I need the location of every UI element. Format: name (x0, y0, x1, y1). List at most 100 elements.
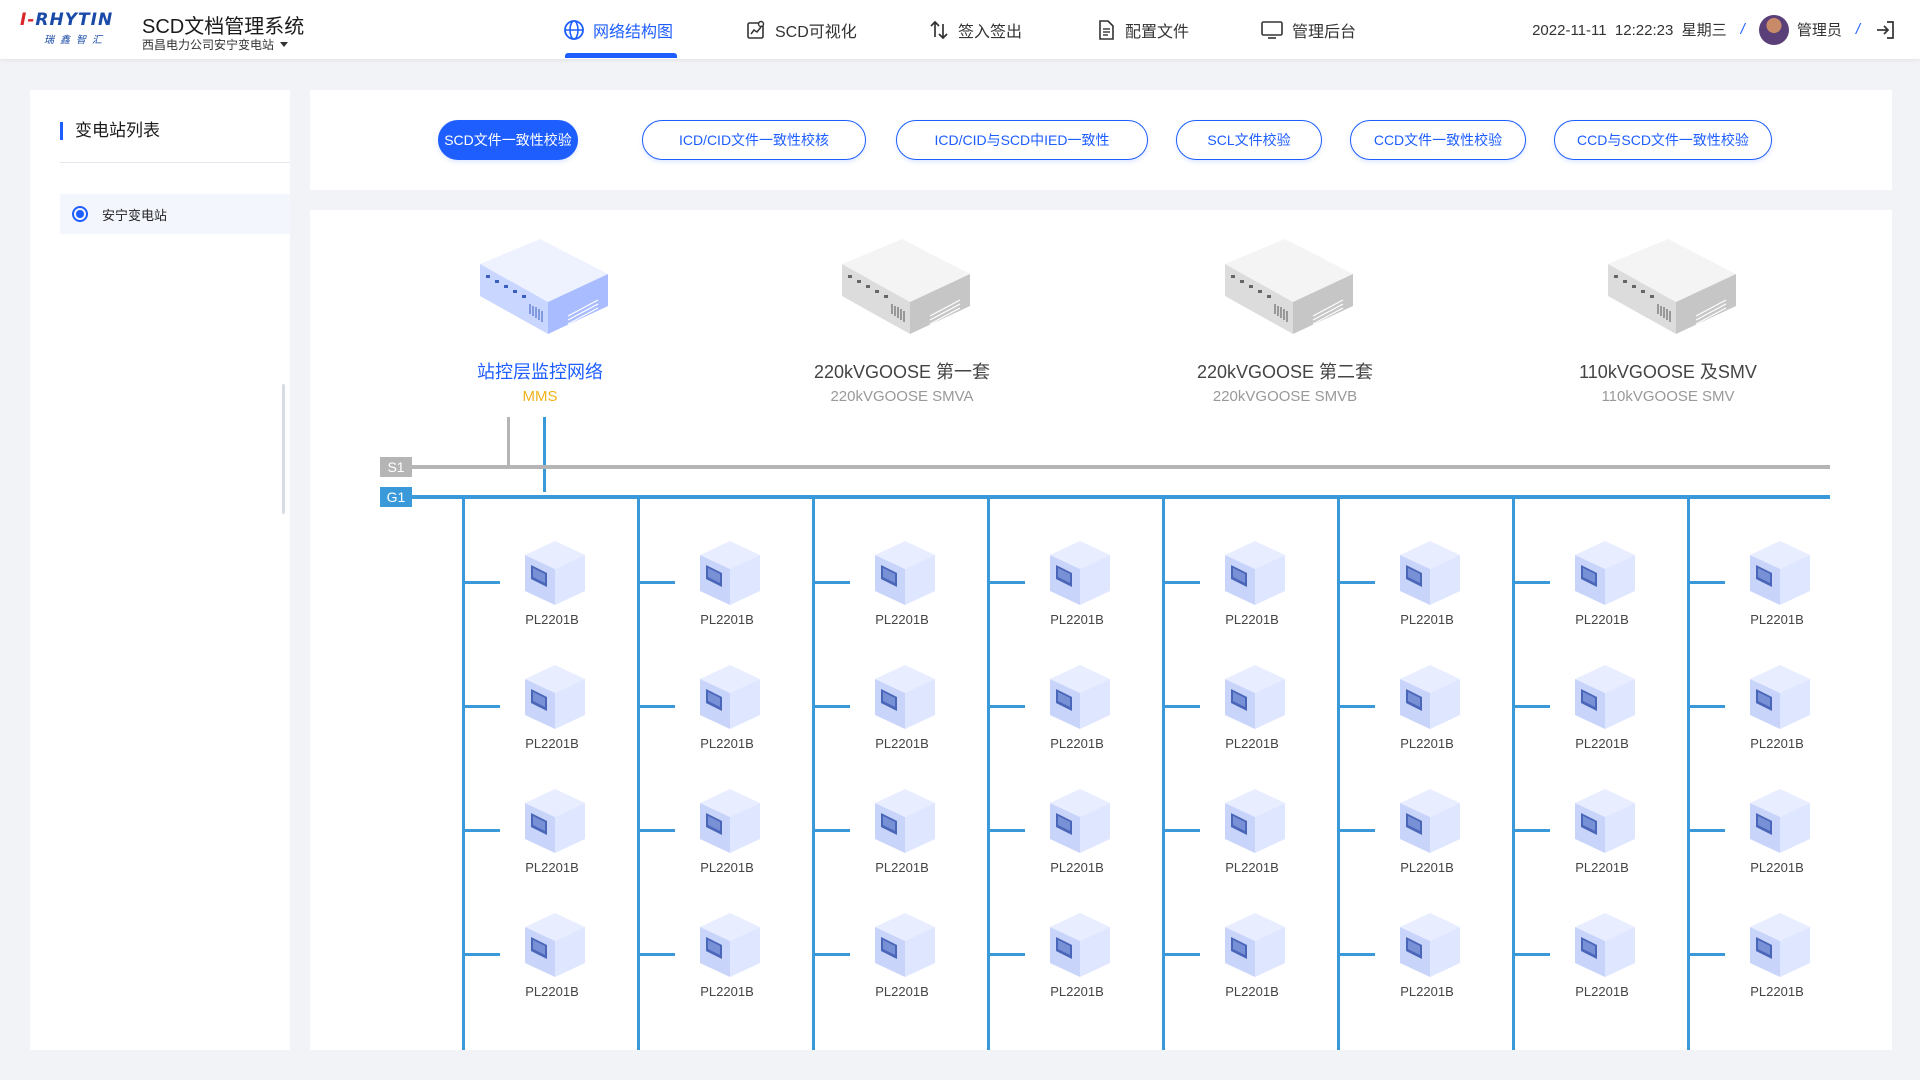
feeder-line (462, 497, 465, 1050)
device-icon (682, 541, 772, 613)
ied-device[interactable]: PL2201B (667, 781, 787, 875)
ied-device[interactable]: PL2201B (1017, 905, 1137, 999)
bus-line-s1 (412, 465, 1830, 469)
brand-logo[interactable]: I-RHYTIN 瑞鑫智汇 (20, 10, 135, 46)
device-label: PL2201B (875, 984, 929, 999)
station-item-anning[interactable]: 安宁变电站 (60, 194, 290, 234)
nav-active-indicator (565, 53, 677, 58)
ied-device[interactable]: PL2201B (842, 781, 962, 875)
nav-label: 签入签出 (958, 23, 1023, 41)
device-icon (1732, 665, 1822, 737)
organization-selector[interactable]: 西昌电力公司安宁变电站 (142, 36, 289, 53)
nav-config-files[interactable]: 配置文件 (1095, 0, 1189, 59)
scl-validation-button[interactable]: SCL文件校验 (1176, 120, 1322, 160)
nav-scd-visualization[interactable]: SCD可视化 (745, 0, 857, 59)
ied-device[interactable]: PL2201B (1017, 781, 1137, 875)
ied-device[interactable]: PL2201B (492, 781, 612, 875)
nav-network-structure[interactable]: 网络结构图 (563, 0, 673, 59)
scrollbar[interactable] (282, 384, 285, 514)
mms-link-s1 (507, 417, 510, 467)
network-220kv-goose-a[interactable]: 220kVGOOSE 第一套 220kVGOOSE SMVA (772, 234, 1032, 405)
device-label: PL2201B (700, 612, 754, 627)
network-subtitle: 110kVGOOSE SMV (1601, 388, 1735, 405)
device-icon (1207, 541, 1297, 613)
device-icon (1032, 913, 1122, 985)
device-label: PL2201B (1400, 984, 1454, 999)
network-110kv-goose-smv[interactable]: 110kVGOOSE 及SMV 110kVGOOSE SMV (1538, 234, 1798, 405)
radio-selected-icon[interactable] (72, 206, 88, 222)
feeder-line (812, 497, 815, 1050)
ied-device[interactable]: PL2201B (1542, 533, 1662, 627)
ied-device[interactable]: PL2201B (1367, 905, 1487, 999)
ied-device[interactable]: PL2201B (1017, 657, 1137, 751)
ccd-scd-consistency-button[interactable]: CCD与SCD文件一致性校验 (1554, 120, 1772, 160)
device-icon (857, 789, 947, 861)
logo-text: I-RHYTIN (20, 10, 114, 30)
ied-device[interactable]: PL2201B (1367, 781, 1487, 875)
ied-device[interactable]: PL2201B (1717, 781, 1837, 875)
network-mms[interactable]: 站控层监控网络 MMS (410, 234, 670, 405)
nav-check-in-out[interactable]: 签入签出 (928, 0, 1022, 59)
ied-device[interactable]: PL2201B (492, 657, 612, 751)
device-label: PL2201B (1575, 984, 1629, 999)
device-icon (682, 913, 772, 985)
ied-device[interactable]: PL2201B (667, 533, 787, 627)
network-220kv-goose-b[interactable]: 220kVGOOSE 第二套 220kVGOOSE SMVB (1155, 234, 1415, 405)
device-icon (682, 789, 772, 861)
ied-device[interactable]: PL2201B (492, 533, 612, 627)
panel-title: 变电站列表 (60, 122, 160, 140)
ied-device[interactable]: PL2201B (1717, 905, 1837, 999)
ied-device[interactable]: PL2201B (492, 905, 612, 999)
switch-icon (842, 239, 970, 334)
network-diagram: 站控层监控网络 MMS 220kVGOOSE 第一套 220kVGOOSE SM… (310, 210, 1892, 1050)
user-name[interactable]: 管理员 (1797, 19, 1842, 40)
device-label: PL2201B (1225, 612, 1279, 627)
device-label: PL2201B (700, 860, 754, 875)
ied-device[interactable]: PL2201B (1192, 781, 1312, 875)
ied-device[interactable]: PL2201B (842, 905, 962, 999)
logout-icon[interactable] (1874, 19, 1896, 41)
icd-cid-scd-ied-button[interactable]: ICD/CID与SCD中IED一致性 (896, 120, 1148, 160)
station-label: 安宁变电站 (102, 207, 168, 223)
ied-device[interactable]: PL2201B (1717, 533, 1837, 627)
device-icon (1207, 665, 1297, 737)
avatar[interactable] (1758, 14, 1789, 45)
device-label: PL2201B (1575, 860, 1629, 875)
app-title: SCD文档管理系统 (142, 16, 305, 38)
icd-cid-consistency-button[interactable]: ICD/CID文件一致性校核 (642, 120, 866, 160)
device-icon (1382, 541, 1472, 613)
ied-device[interactable]: PL2201B (667, 905, 787, 999)
device-icon (1732, 913, 1822, 985)
ccd-consistency-button[interactable]: CCD文件一致性校验 (1350, 120, 1526, 160)
device-icon (857, 665, 947, 737)
scd-consistency-button[interactable]: SCD文件一致性校验 (438, 120, 578, 160)
ied-device[interactable]: PL2201B (842, 533, 962, 627)
device-label: PL2201B (1575, 612, 1629, 627)
caret-down-icon (280, 42, 289, 47)
ied-device[interactable]: PL2201B (1192, 905, 1312, 999)
ied-device[interactable]: PL2201B (667, 657, 787, 751)
network-title: 220kVGOOSE 第二套 (1196, 362, 1374, 382)
ied-device[interactable]: PL2201B (1717, 657, 1837, 751)
ied-device[interactable]: PL2201B (1542, 781, 1662, 875)
device-icon (1732, 541, 1822, 613)
ied-device[interactable]: PL2201B (1017, 533, 1137, 627)
device-icon (857, 541, 947, 613)
device-icon (1557, 541, 1647, 613)
device-label: PL2201B (700, 984, 754, 999)
nav-admin[interactable]: 管理后台 (1260, 0, 1356, 59)
device-icon (507, 789, 597, 861)
ied-device[interactable]: PL2201B (1367, 533, 1487, 627)
device-label: PL2201B (875, 860, 929, 875)
ied-device[interactable]: PL2201B (1542, 905, 1662, 999)
monitor-icon (1261, 20, 1283, 39)
nav-label: 管理后台 (1292, 23, 1357, 41)
ied-device[interactable]: PL2201B (842, 657, 962, 751)
switch-icon (1225, 239, 1353, 334)
network-subtitle: 220kVGOOSE SMVB (1212, 388, 1358, 405)
ied-device[interactable]: PL2201B (1367, 657, 1487, 751)
ied-device[interactable]: PL2201B (1192, 533, 1312, 627)
ied-device[interactable]: PL2201B (1542, 657, 1662, 751)
ied-device[interactable]: PL2201B (1192, 657, 1312, 751)
device-label: PL2201B (875, 612, 929, 627)
